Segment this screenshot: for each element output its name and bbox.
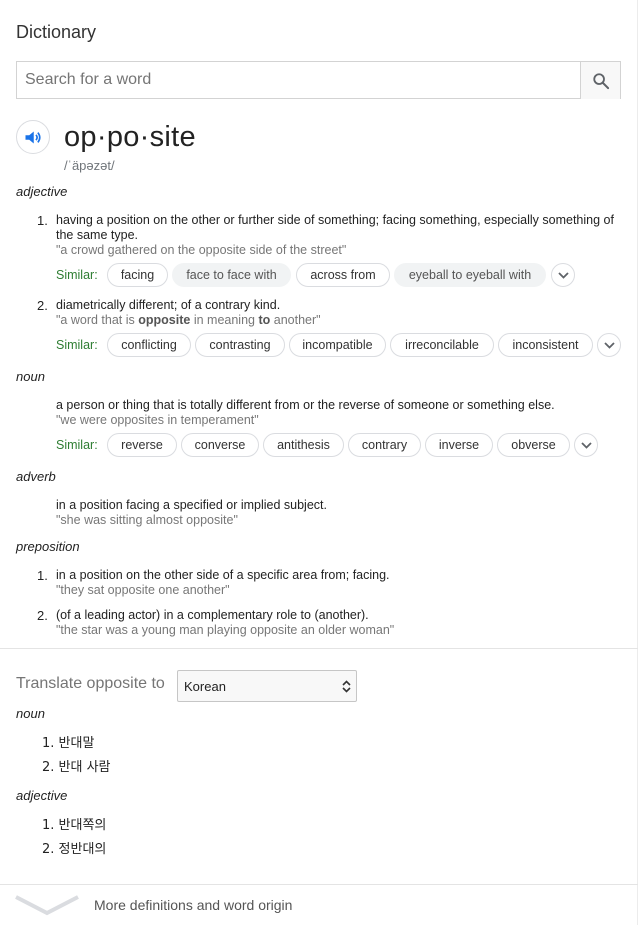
pronounce-button[interactable]: [16, 120, 50, 154]
definition: diametrically different; of a contrary k…: [56, 298, 281, 312]
translation-item: 2. 반대 사람: [42, 760, 111, 775]
synonym-chip[interactable]: inverse: [425, 433, 493, 457]
synonym-chip[interactable]: across from: [296, 263, 390, 287]
example: "the star was a young man playing opposi…: [56, 623, 395, 637]
synonym-chip[interactable]: face to face with: [172, 263, 291, 287]
dictionary-card: Dictionary op·po·site /ˈäpəzət/ adjectiv…: [0, 0, 638, 925]
speaker-icon: [25, 131, 41, 144]
example: "a crowd gathered on the opposite side o…: [56, 243, 347, 257]
synonym-chip[interactable]: reverse: [107, 433, 177, 457]
expand-synonyms-button[interactable]: [597, 333, 621, 357]
pos-label-preposition: preposition: [16, 539, 80, 554]
synonym-chip[interactable]: antithesis: [263, 433, 344, 457]
pos-label-adjective: adjective: [16, 184, 68, 199]
search-input[interactable]: [17, 62, 581, 98]
sense-number: 2.: [37, 298, 48, 313]
definition: in a position on the other side of a spe…: [56, 568, 390, 582]
translation-pos-label: adjective: [16, 788, 68, 803]
search-icon: [593, 73, 610, 90]
definition: a person or thing that is totally differ…: [56, 398, 555, 412]
definition: in a position facing a specified or impl…: [56, 498, 327, 512]
synonym-chip[interactable]: incompatible: [289, 333, 386, 357]
translation-item: 1. 반대말: [42, 736, 95, 751]
similar-label: Similar:: [56, 268, 98, 282]
example: "a word that is opposite in meaning to a…: [56, 313, 321, 327]
example: "they sat opposite one another": [56, 583, 230, 597]
synonym-chip[interactable]: facing: [107, 263, 168, 287]
expand-synonyms-button[interactable]: [551, 263, 575, 287]
similar-label: Similar:: [56, 338, 98, 352]
translation-item: 1. 반대쪽의: [42, 818, 107, 833]
sense-number: 1.: [37, 568, 48, 583]
definition: having a position on the other or furthe…: [56, 213, 614, 242]
translation-item: 2. 정반대의: [42, 842, 107, 857]
synonym-chip[interactable]: conflicting: [107, 333, 191, 357]
example: "she was sitting almost opposite": [56, 513, 238, 527]
sense-number: 2.: [37, 608, 48, 623]
synonym-chip[interactable]: obverse: [497, 433, 570, 457]
synonym-chip[interactable]: irreconcilable: [390, 333, 494, 357]
synonym-chip[interactable]: contrasting: [195, 333, 285, 357]
language-select-value: Korean: [184, 679, 226, 694]
headword: op·po·site: [64, 121, 196, 153]
language-select[interactable]: Korean: [177, 670, 357, 702]
phonetic: /ˈäpəzət/: [64, 158, 115, 173]
search-box: [16, 61, 621, 99]
definition: (of a leading actor) in a complementary …: [56, 608, 369, 622]
similar-label: Similar:: [56, 438, 98, 452]
pos-label-noun: noun: [16, 369, 45, 384]
panel-title: Dictionary: [16, 22, 97, 42]
synonym-chip[interactable]: converse: [181, 433, 259, 457]
select-arrows-icon: [342, 680, 351, 693]
chevron-down-icon[interactable]: [14, 893, 80, 917]
expand-synonyms-button[interactable]: [574, 433, 598, 457]
example: "we were opposites in temperament": [56, 413, 259, 427]
synonym-chip[interactable]: inconsistent: [498, 333, 593, 357]
divider: [0, 648, 638, 649]
sense-number: 1.: [37, 213, 48, 228]
chevron-down-icon: [558, 272, 569, 279]
pos-label-adverb: adverb: [16, 469, 56, 484]
translate-label: Translate opposite to: [16, 675, 165, 692]
search-button[interactable]: [580, 62, 620, 99]
more-definitions-link[interactable]: More definitions and word origin: [94, 897, 292, 913]
divider: [0, 884, 638, 885]
chevron-down-icon: [604, 342, 615, 349]
synonym-chip[interactable]: contrary: [348, 433, 421, 457]
translation-pos-label: noun: [16, 706, 45, 721]
synonym-chip[interactable]: eyeball to eyeball with: [394, 263, 546, 287]
chevron-down-icon: [581, 442, 592, 449]
